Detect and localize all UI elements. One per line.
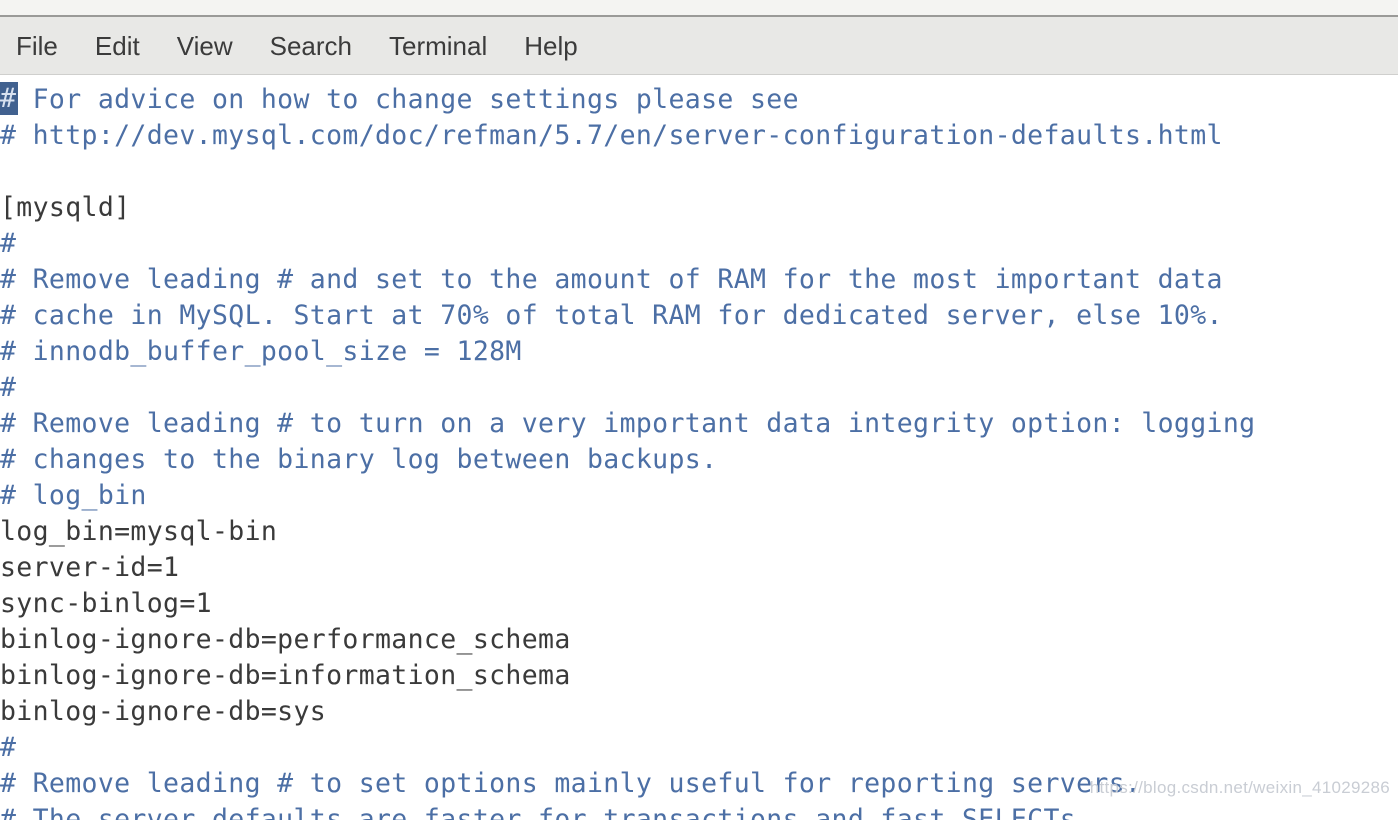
terminal-lines: # # For advice on how to change settings… (0, 76, 1398, 820)
terminal-line: # Remove leading # to set options mainly… (0, 768, 1142, 799)
terminal-line: # changes to the binary log between back… (0, 444, 718, 475)
menu-item-view[interactable]: View (177, 31, 251, 61)
terminal-text-area[interactable]: # # For advice on how to change settings… (0, 76, 1398, 820)
terminal-line: # http://dev.mysql.com/doc/refman/5.7/en… (0, 120, 1223, 151)
terminal-line: log_bin=mysql-bin (0, 516, 278, 547)
terminal-line: binlog-ignore-db=information_schema (0, 660, 571, 691)
terminal-line: # (0, 228, 17, 259)
terminal-line: # (0, 372, 17, 403)
terminal-line: [mysqld] (0, 192, 131, 223)
terminal-line: sync-binlog=1 (0, 588, 212, 619)
menu-item-terminal[interactable]: Terminal (389, 31, 505, 61)
menu-bar: File Edit View Search Terminal Help (0, 17, 1398, 75)
window-titlebar-strip (0, 0, 1398, 15)
terminal-line: # innodb_buffer_pool_size = 128M (0, 336, 522, 367)
menu-item-file[interactable]: File (16, 31, 76, 61)
terminal-window: File Edit View Search Terminal Help # # For a… (0, 0, 1398, 820)
menu-item-edit[interactable]: Edit (95, 31, 158, 61)
terminal-line: binlog-ignore-db=performance_schema (0, 624, 571, 655)
menu-item-search[interactable]: Search (270, 31, 370, 61)
terminal-line: # The server defaults are faster for tra… (0, 804, 1093, 820)
terminal-line: # Remove leading # and set to the amount… (0, 264, 1223, 295)
menu-item-help[interactable]: Help (524, 31, 595, 61)
terminal-line: # For advice on how to change settings p… (0, 84, 799, 115)
terminal-line: # cache in MySQL. Start at 70% of total … (0, 300, 1223, 331)
terminal-line: server-id=1 (0, 552, 180, 583)
terminal-line: # (0, 732, 17, 763)
terminal-line: binlog-ignore-db=sys (0, 696, 327, 727)
terminal-line: # log_bin (0, 480, 147, 511)
terminal-line: # Remove leading # to turn on a very imp… (0, 408, 1256, 439)
